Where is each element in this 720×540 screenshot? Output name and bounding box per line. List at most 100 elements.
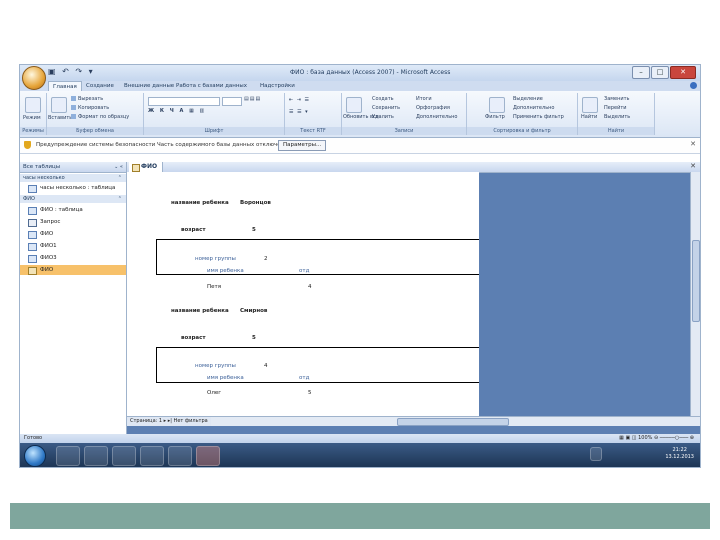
navigation-pane: Все таблицы ⌄ « часы несколько ⌃ часы нес…: [20, 162, 127, 434]
view-button[interactable]: Режим: [23, 115, 41, 121]
copy-button[interactable]: Копировать: [71, 105, 109, 111]
rtf-list-buttons[interactable]: ☰ ☰ ▾: [289, 109, 309, 115]
close-icon[interactable]: ✕: [690, 162, 696, 170]
child-header-label: имя ребенка: [207, 375, 244, 381]
close-button[interactable]: ✕: [670, 66, 696, 79]
tab-external-data[interactable]: Внешние данные: [124, 83, 174, 89]
brush-icon: [71, 114, 76, 119]
binoculars-icon[interactable]: [582, 97, 598, 113]
view-icon[interactable]: [25, 97, 41, 113]
spelling-button[interactable]: Орфография: [416, 105, 450, 111]
scroll-thumb[interactable]: [397, 418, 509, 426]
totals-button[interactable]: Итоги: [416, 96, 432, 102]
media-player-icon[interactable]: [112, 446, 136, 466]
filter-button[interactable]: Фильтр: [485, 114, 505, 120]
document-area: ФИО ✕ название ребенка Воронцов возраст …: [127, 162, 700, 434]
nav-item-selected[interactable]: ФИО: [20, 265, 126, 275]
folder-icon[interactable]: [84, 446, 108, 466]
goto-button[interactable]: Перейти: [604, 105, 627, 111]
start-button[interactable]: [24, 445, 46, 467]
format-painter-button[interactable]: Формат по образцу: [71, 114, 129, 120]
divider: [156, 239, 157, 274]
help-icon[interactable]: [690, 82, 697, 89]
child-name: Петя: [207, 284, 222, 290]
vertical-scrollbar[interactable]: [690, 172, 700, 416]
copy-icon: [71, 105, 76, 110]
font-name-box[interactable]: [148, 97, 220, 106]
filter-icon[interactable]: [489, 97, 505, 113]
status-bar: Готово ▦ ▣ ◫ 100% ⊖ ─────○─── ⊕: [20, 434, 700, 443]
group-label: Шрифт: [144, 127, 284, 135]
access-icon[interactable]: [196, 446, 220, 466]
chrome-icon[interactable]: [140, 446, 164, 466]
minimize-button[interactable]: –: [632, 66, 650, 79]
horizontal-scrollbar[interactable]: Страница: 1 ▸ ▸| Нет фильтра: [127, 416, 700, 426]
group-label: Сортировка и фильтр: [467, 127, 577, 135]
ribbon: Режим Режимы Вставить Вырезать Копироват…: [20, 91, 700, 138]
form-icon: [28, 243, 37, 251]
zoom-control[interactable]: ▦ ▣ ◫ 100% ⊖ ─────○─── ⊕: [619, 435, 694, 441]
new-record-button[interactable]: Создать: [372, 96, 394, 102]
name-value: Воронцов: [240, 200, 271, 206]
nav-group-header[interactable]: ФИО ⌃: [20, 195, 126, 203]
delete-record-button[interactable]: Удалить: [372, 114, 394, 120]
table-icon: [28, 207, 37, 215]
clock[interactable]: 21:22 13.12.2013: [665, 447, 694, 461]
tab-addins[interactable]: Надстройки: [260, 83, 295, 89]
chevron-up-icon: ⌃: [117, 175, 122, 181]
nav-group-header[interactable]: часы несколько ⌃: [20, 174, 126, 182]
more-records-button[interactable]: Дополнительно: [416, 114, 457, 120]
align-buttons[interactable]: ▤▤▤: [244, 96, 261, 102]
group-sort-filter: Фильтр Выделение Дополнительно Применить…: [467, 93, 578, 135]
name-label: название ребенка: [171, 200, 229, 206]
divider: [156, 382, 479, 383]
advanced-filter-button[interactable]: Дополнительно: [513, 105, 554, 111]
rtf-indent-buttons[interactable]: ⇤ ⇥ ☰: [289, 97, 310, 103]
close-icon[interactable]: ✕: [690, 140, 696, 148]
cut-button[interactable]: Вырезать: [71, 96, 103, 102]
options-button[interactable]: Параметры...: [278, 140, 327, 151]
record-navigator[interactable]: Страница: 1 ▸ ▸| Нет фильтра: [127, 417, 211, 426]
paste-button[interactable]: Вставить: [48, 115, 72, 121]
form-icon: [28, 231, 37, 239]
nav-pane-controls[interactable]: ⌄ «: [114, 164, 123, 170]
nav-item[interactable]: ФИО1: [20, 241, 126, 251]
nav-pane-header[interactable]: Все таблицы ⌄ «: [20, 162, 126, 173]
toggle-filter-button[interactable]: Применить фильтр: [513, 114, 564, 120]
refresh-icon[interactable]: [346, 97, 362, 113]
tab-database-tools[interactable]: Работа с базами данных: [176, 83, 247, 89]
nav-item[interactable]: Запрос: [20, 217, 126, 227]
nav-item[interactable]: ФИО3: [20, 253, 126, 263]
zoom-level: 100%: [638, 435, 653, 441]
paste-icon[interactable]: [51, 97, 67, 113]
group-find: Найти Заменить Перейти Выделить Найти: [578, 93, 655, 135]
divider: [156, 239, 479, 240]
nav-item[interactable]: ФИО: [20, 229, 126, 239]
find-button[interactable]: Найти: [581, 114, 597, 120]
tab-create[interactable]: Создание: [86, 83, 114, 89]
group-label: Записи: [342, 127, 466, 135]
office-button[interactable]: [22, 66, 46, 90]
age-label: возраст: [181, 335, 206, 341]
replace-button[interactable]: Заменить: [604, 96, 630, 102]
nav-item[interactable]: часы несколько : таблица: [20, 183, 126, 193]
group-views: Режим Режимы: [20, 93, 47, 135]
select-button[interactable]: Выделить: [604, 114, 630, 120]
group-label: Режимы: [20, 127, 46, 135]
quick-access-toolbar[interactable]: ▣ ↶ ↷ ▾: [48, 67, 95, 76]
word-icon[interactable]: [168, 446, 192, 466]
tab-report[interactable]: ФИО: [129, 162, 164, 172]
report-icon: [132, 164, 140, 172]
system-tray: 21:22 13.12.2013: [590, 443, 700, 467]
nav-item[interactable]: ФИО : таблица: [20, 205, 126, 215]
font-size-box[interactable]: [222, 97, 242, 106]
language-icon[interactable]: [590, 447, 602, 461]
selection-button[interactable]: Выделение: [513, 96, 543, 102]
maximize-button[interactable]: □: [651, 66, 669, 79]
child-value: 4: [308, 284, 312, 290]
scroll-thumb[interactable]: [692, 240, 700, 322]
font-style-buttons[interactable]: Ж К Ч А ▦ ▥: [148, 108, 206, 114]
chevron-up-icon: ⌃: [117, 196, 122, 202]
ie-icon[interactable]: [56, 446, 80, 466]
save-record-button[interactable]: Сохранить: [372, 105, 400, 111]
